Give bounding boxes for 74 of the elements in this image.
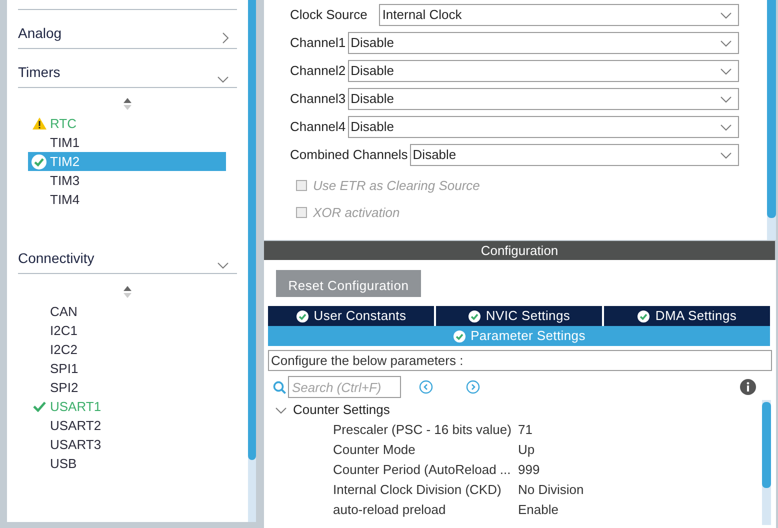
chevron-down-icon[interactable]: [720, 40, 732, 46]
check-circle-icon: [296, 310, 309, 322]
parameter-label: Prescaler (PSC - 16 bits value): [333, 421, 512, 440]
dropdown[interactable]: Disable: [348, 116, 739, 138]
sidebar-item[interactable]: I2C1: [28, 321, 226, 340]
search-field[interactable]: Search (Ctrl+F): [288, 376, 401, 398]
field-label: Channel2: [290, 62, 346, 80]
sort-arrows-icon[interactable]: [123, 97, 132, 111]
parameter-value: 71: [518, 421, 532, 440]
field-label: Channel3: [290, 90, 346, 108]
section-header[interactable]: Timers: [18, 49, 237, 88]
parameter-value: Enable: [518, 501, 558, 520]
check-circle-icon: [31, 154, 47, 170]
section-title: Analog: [18, 24, 62, 43]
sidebar-item[interactable]: SPI1: [28, 359, 226, 378]
next-icon[interactable]: [466, 380, 480, 394]
field-label: Clock Source: [290, 6, 368, 24]
parameter-label: Internal Clock Division (CKD): [333, 481, 502, 500]
check-circle-icon: [637, 310, 650, 322]
sort-arrows-icon[interactable]: [123, 285, 132, 299]
warning-icon: [32, 117, 46, 130]
tab[interactable]: NVIC Settings: [436, 306, 604, 326]
checkbox-label: Use ETR as Clearing Source: [313, 176, 480, 195]
field-label: Channel1: [290, 34, 346, 52]
chevron-down-icon[interactable]: [720, 152, 732, 158]
sidebar-item[interactable]: I2C2: [28, 340, 226, 359]
chevron-down-icon[interactable]: [720, 124, 732, 130]
tree-group[interactable]: Counter Settings: [275, 400, 762, 420]
tab[interactable]: User Constants: [268, 306, 436, 326]
dropdown[interactable]: Disable: [410, 144, 739, 166]
dropdown[interactable]: Disable: [348, 32, 739, 54]
checkmark-icon: [32, 401, 46, 412]
sidebar-item[interactable]: USART3: [28, 435, 226, 454]
parameter-value: Up: [518, 441, 535, 460]
dropdown[interactable]: Disable: [348, 88, 739, 110]
sidebar-item[interactable]: CAN: [28, 302, 226, 321]
check-circle-icon: [468, 310, 481, 322]
sidebar-item[interactable]: USB: [28, 454, 226, 473]
sidebar-item[interactable]: TIM4: [28, 190, 226, 209]
tab[interactable]: DMA Settings: [604, 306, 770, 326]
section-header[interactable]: Analog: [18, 10, 237, 49]
section-title: Connectivity: [18, 249, 94, 268]
chevron-down-icon[interactable]: [720, 96, 732, 102]
chevron-down-icon[interactable]: [720, 12, 732, 18]
previous-icon[interactable]: [419, 380, 433, 394]
info-icon: [740, 379, 756, 395]
sidebar-item[interactable]: TIM3: [28, 171, 226, 190]
dropdown[interactable]: Disable: [348, 60, 739, 82]
checkbox-label: XOR activation: [313, 204, 400, 222]
dropdown[interactable]: Internal Clock: [379, 4, 739, 26]
parameter-label: auto-reload preload: [333, 501, 447, 520]
chevron-right-icon[interactable]: [222, 32, 229, 44]
check-circle-icon: [452, 330, 466, 342]
section-title: Timers: [18, 63, 60, 82]
scrollbar[interactable]: [762, 400, 771, 525]
chevron-down-icon[interactable]: [720, 68, 732, 74]
chevron-down-icon[interactable]: [217, 262, 229, 269]
sidebar-item[interactable]: SPI2: [28, 378, 226, 397]
field-label: Combined Channels: [290, 146, 408, 164]
parameter-value: 999: [518, 461, 540, 480]
section-header[interactable]: Connectivity: [18, 235, 237, 274]
description-text: Configure the below parameters :: [268, 350, 772, 371]
chevron-down-icon[interactable]: [217, 76, 229, 83]
configuration-header: Configuration: [264, 241, 775, 260]
sidebar-item[interactable]: TIM1: [28, 133, 226, 152]
sidebar-item[interactable]: USART2: [28, 416, 226, 435]
scrollbar[interactable]: [767, 0, 776, 240]
scrollbar[interactable]: [248, 0, 256, 522]
parameter-value: No Division: [518, 481, 584, 500]
field-label: Channel4: [290, 118, 346, 136]
parameter-label: Counter Mode: [333, 441, 416, 460]
search-icon: [273, 380, 286, 394]
chevron-down-icon[interactable]: [275, 406, 287, 414]
parameter-label: Counter Period (AutoReload ...: [333, 461, 512, 480]
